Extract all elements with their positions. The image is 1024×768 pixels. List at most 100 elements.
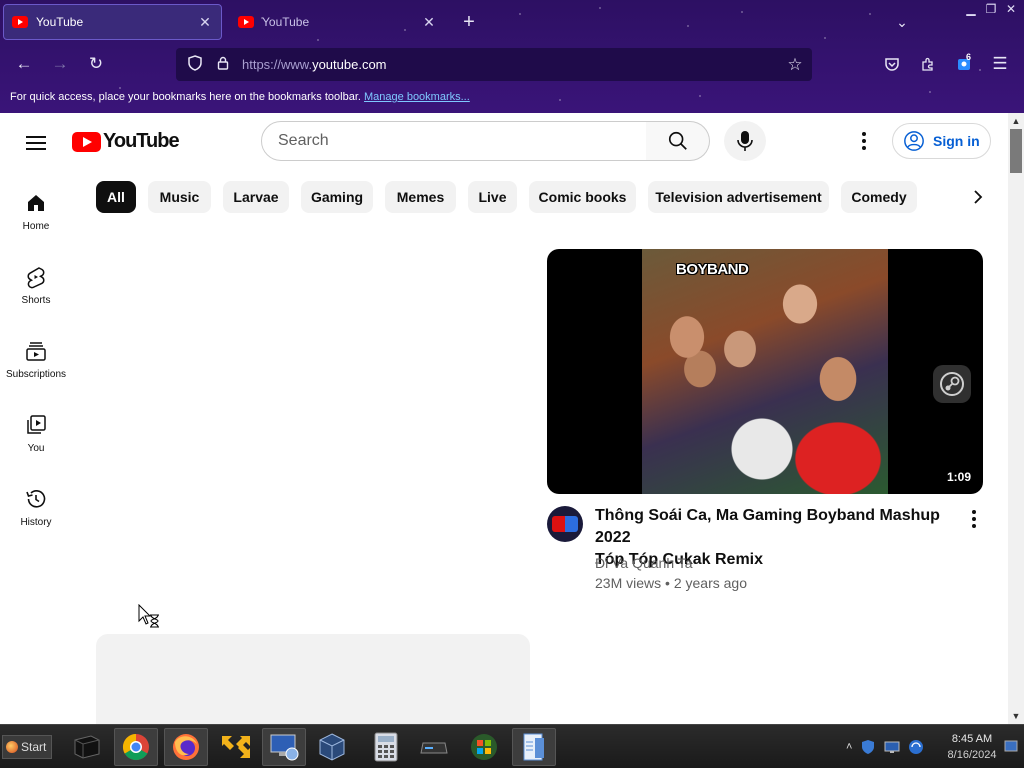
sign-in-button[interactable]: Sign in [892,123,991,159]
subscriptions-icon [26,342,46,361]
page-scrollbar[interactable]: ▲ ▼ [1008,113,1024,724]
guide-label: History [20,517,52,528]
calculator-icon[interactable] [364,728,408,766]
youtube-favicon-icon [238,16,254,28]
chip-television-advertisement[interactable]: Television advertisement [648,181,829,213]
scrollbar-thumb[interactable] [1010,129,1022,173]
display-tray-icon[interactable] [884,739,900,755]
clock[interactable]: 8:45 AM 8/16/2024 [944,731,1000,763]
chip-larvae[interactable]: Larvae [223,181,289,213]
virtualbox-icon[interactable] [310,728,354,766]
chip-next-button[interactable] [962,181,994,213]
list-all-tabs-icon[interactable]: ⌄ [888,8,916,36]
extensions-icon[interactable] [914,50,942,78]
forward-icon[interactable]: → [46,50,74,78]
search-button[interactable] [646,121,710,161]
reload-icon[interactable]: ↻ [82,50,110,78]
channel-logo-icon [552,516,578,532]
back-icon[interactable]: ← [10,50,38,78]
guide-item-you[interactable]: You [0,405,72,471]
restore-icon[interactable]: ❐ [982,2,1000,16]
chip-comedy[interactable]: Comedy [841,181,917,213]
guide-label: Shorts [21,295,51,306]
bookmarks-bar: For quick access, place your bookmarks h… [10,91,470,103]
video-title-line1: Thông Soái Ca, Ma Gaming Boyband Mashup … [595,507,940,546]
network-tray-icon[interactable] [908,739,924,755]
search-icon [668,131,687,150]
scroll-down-icon[interactable]: ▼ [1008,708,1024,724]
pocket-icon[interactable] [878,50,906,78]
menu-icon[interactable]: ☰ [986,50,1014,78]
video-metadata: 23M views • 2 years ago [595,575,747,591]
new-tab-icon[interactable]: + [455,8,483,36]
video-thumbnail[interactable]: BOYBAND 1:09 [547,249,983,494]
close-window-icon[interactable]: ✕ [1002,2,1020,16]
arrows-app-icon[interactable] [214,728,258,766]
guide-menu-icon[interactable] [22,131,50,155]
youtube-page: YouTube Sign in Home Shorts Subscription… [0,113,1008,724]
thumbnail-image [642,249,888,494]
shield-icon[interactable] [180,54,210,75]
url-text[interactable]: https://www.youtube.com [236,57,778,72]
meta-separator: • [665,575,674,591]
video-duration: 1:09 [942,468,975,486]
guide-item-subscriptions[interactable]: Subscriptions [0,331,72,397]
show-hidden-icons-icon[interactable]: ˄ [846,741,852,753]
guide-label: You [27,443,45,454]
guide-item-home[interactable]: Home [0,183,72,249]
guide-label: Subscriptions [5,369,67,380]
browser-chrome: YouTube ✕ YouTube ✕ + ⌄ ▁ ❐ ✕ ← → ↻ http… [0,0,1024,113]
chip-all[interactable]: All [96,181,136,213]
tab-title: YouTube [36,15,84,29]
show-desktop-icon[interactable] [1004,739,1018,753]
channel-name[interactable]: Đi Va Quanh Ta [595,555,693,571]
loading-video-placeholder [96,634,530,724]
search-box[interactable] [261,121,647,161]
firefox-icon[interactable] [164,728,208,766]
clock-time: 8:45 AM [951,733,993,745]
start-button[interactable]: Start [2,735,52,759]
account-extension-icon[interactable] [950,50,978,78]
chip-memes[interactable]: Memes [385,181,456,213]
extension-badge: 6 [966,52,972,62]
close-tab-icon[interactable]: ✕ [421,14,437,31]
bookmarks-hint: For quick access, place your bookmarks h… [10,91,361,103]
guide-label: Home [22,221,50,232]
account-circle-icon [904,131,924,151]
shield-tray-icon[interactable] [860,739,876,755]
drive-icon[interactable] [412,728,456,766]
scroll-up-icon[interactable]: ▲ [1008,113,1024,129]
chip-gaming[interactable]: Gaming [301,181,373,213]
notepad-icon[interactable] [512,728,556,766]
tab-youtube-active[interactable]: YouTube ✕ [3,4,222,40]
shorts-icon [27,267,45,289]
tab-youtube-inactive[interactable]: YouTube ✕ [230,4,445,40]
video-action-menu-icon[interactable] [966,509,982,529]
youtube-logo[interactable]: YouTube [72,130,180,153]
guide-item-history[interactable]: History [0,479,72,545]
manage-bookmarks-link[interactable]: Manage bookmarks... [364,91,470,103]
windows-logo-icon[interactable] [462,728,506,766]
voice-search-button[interactable] [724,121,766,161]
chip-live[interactable]: Live [468,181,517,213]
terminal-icon[interactable] [64,728,108,766]
close-tab-icon[interactable]: ✕ [197,14,213,31]
view-count: 23M views [595,575,662,591]
steam-overlay-icon[interactable] [933,365,971,403]
search-input[interactable] [278,132,646,150]
lock-icon[interactable] [210,56,236,73]
chrome-icon[interactable] [114,728,158,766]
channel-avatar[interactable] [547,506,583,542]
network-app-icon[interactable] [262,728,306,766]
start-orb-icon [6,741,18,753]
guide-item-shorts[interactable]: Shorts [0,257,72,323]
youtube-logo-icon [72,131,101,152]
url-bar[interactable]: https://www.youtube.com ☆ [176,48,812,81]
chip-music[interactable]: Music [148,181,211,213]
minimize-icon[interactable]: ▁ [962,2,980,16]
settings-menu-icon[interactable] [852,129,876,153]
chip-comic-books[interactable]: Comic books [529,181,636,213]
youtube-logo-text: YouTube [103,130,180,152]
bookmark-star-icon[interactable]: ☆ [778,55,812,75]
thumbnail-text: BOYBAND [676,261,749,278]
